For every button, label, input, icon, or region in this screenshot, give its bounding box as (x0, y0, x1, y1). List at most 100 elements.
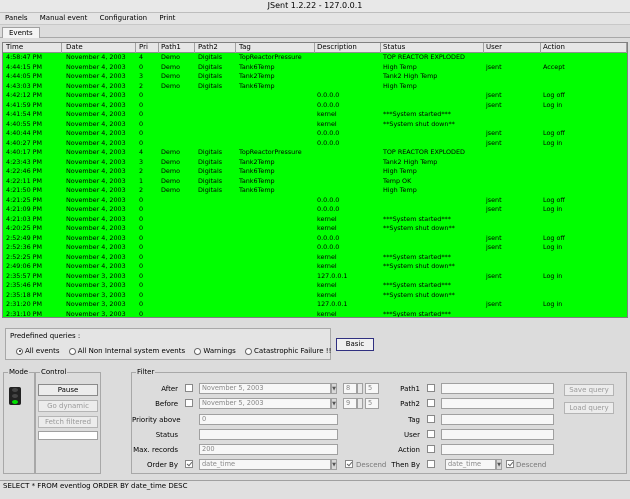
table-cell (541, 281, 627, 291)
table-row[interactable]: 4:40:44 PM November 4, 2003 0 0.0.0.0 jsent L… (3, 129, 627, 139)
before-hour-field[interactable]: 9 (343, 398, 357, 409)
table-cell: **System shut down** (383, 224, 455, 232)
table-row[interactable]: 4:21:03 PM November 4, 2003 0 kernel ***Syst… (3, 215, 627, 225)
user-field[interactable] (441, 429, 554, 440)
col-header-path1[interactable]: Path1 (159, 43, 195, 53)
table-row[interactable]: 4:44:05 PM November 4, 2003 3 Demo Digitals T… (3, 72, 627, 82)
descend2-checkbox[interactable] (506, 460, 514, 468)
events-table[interactable]: Time Date Pri Path1 Path2 Tag Descriptio… (2, 42, 628, 318)
query-warnings[interactable]: Warnings (194, 347, 236, 355)
table-row[interactable]: 4:22:11 PM November 4, 2003 1 Demo Digitals T… (3, 177, 627, 187)
table-cell (484, 148, 541, 158)
table-row[interactable]: 4:44:15 PM November 4, 2003 0 Demo Digitals T… (3, 63, 627, 73)
after-checkbox[interactable] (185, 384, 193, 392)
menu-panels[interactable]: Panels (0, 13, 33, 24)
priority-field[interactable]: 0 (199, 414, 338, 425)
path1-checkbox[interactable] (427, 384, 435, 392)
table-cell: 127.0.0.1 (317, 300, 348, 308)
col-header-date[interactable]: Date (64, 43, 136, 53)
before-date-dropdown[interactable]: ▼ (331, 398, 337, 409)
table-row[interactable]: 2:49:06 PM November 4, 2003 0 kernel **Syste… (3, 262, 627, 272)
table-cell: November 4, 2003 (66, 148, 126, 156)
before-min-field[interactable]: 5 (365, 398, 379, 409)
col-header-path2[interactable]: Path2 (196, 43, 236, 53)
table-cell: Tank6Temp (239, 81, 275, 90)
table-row[interactable]: 4:41:54 PM November 4, 2003 0 kernel ***Syst… (3, 110, 627, 120)
menu-manual-event[interactable]: Manual event (35, 13, 93, 24)
table-row[interactable]: 4:22:46 PM November 4, 2003 2 Demo Digitals T… (3, 167, 627, 177)
col-header-pri[interactable]: Pri (137, 43, 159, 53)
then-by-select[interactable]: date_time (445, 459, 496, 470)
after-hour-spinner[interactable] (357, 383, 363, 394)
pause-button[interactable]: Pause (38, 384, 98, 396)
table-row[interactable]: 4:40:27 PM November 4, 2003 0 0.0.0.0 jsent L… (3, 139, 627, 149)
table-row[interactable]: 4:41:59 PM November 4, 2003 0 0.0.0.0 jsent L… (3, 101, 627, 111)
table-row[interactable]: 2:31:10 PM November 3, 2003 0 kernel ***Syst… (3, 310, 627, 318)
table-row[interactable]: 4:40:55 PM November 4, 2003 0 kernel **Syste… (3, 120, 627, 130)
action-field[interactable] (441, 444, 554, 455)
after-date-field[interactable]: November 5, 2003 (199, 383, 331, 394)
before-date-field[interactable]: November 5, 2003 (199, 398, 331, 409)
basic-button[interactable]: Basic (336, 338, 374, 351)
fetch-filtered-button[interactable]: Fetch filtered (38, 416, 98, 428)
after-hour-field[interactable]: 8 (343, 383, 357, 394)
path2-checkbox[interactable] (427, 399, 435, 407)
before-hour-spinner[interactable] (357, 398, 363, 409)
table-row[interactable]: 4:20:25 PM November 4, 2003 0 kernel **Syste… (3, 224, 627, 234)
table-row[interactable]: 4:21:50 PM November 4, 2003 2 Demo Digitals T… (3, 186, 627, 196)
table-row[interactable]: 4:40:17 PM November 4, 2003 4 Demo Digitals T… (3, 148, 627, 158)
query-non-internal[interactable]: All Non Internal system events (68, 347, 185, 355)
table-row[interactable]: 4:42:12 PM November 4, 2003 0 0.0.0.0 jsent L… (3, 91, 627, 101)
col-header-time[interactable]: Time (4, 43, 62, 53)
col-header-status[interactable]: Status (381, 43, 484, 53)
col-header-tag[interactable]: Tag (237, 43, 315, 53)
query-catastrophic[interactable]: Catastrophic Failure !! (245, 347, 331, 355)
tab-events[interactable]: Events (2, 27, 40, 38)
col-header-action[interactable]: Action (541, 43, 627, 53)
table-cell: 0 (139, 129, 144, 137)
after-date-dropdown[interactable]: ▼ (331, 383, 337, 394)
user-checkbox[interactable] (427, 430, 435, 438)
table-row[interactable]: 4:21:09 PM November 4, 2003 0 0.0.0.0 jsent L… (3, 205, 627, 215)
col-header-description[interactable]: Description (315, 43, 381, 53)
menu-print[interactable]: Print (154, 13, 180, 24)
after-min-field[interactable]: 5 (365, 383, 379, 394)
query-all-events[interactable]: All events (16, 347, 60, 355)
table-cell: jsent (486, 100, 502, 109)
action-checkbox[interactable] (427, 445, 435, 453)
path2-field[interactable] (441, 398, 554, 409)
table-row[interactable]: 2:52:36 PM November 4, 2003 0 0.0.0.0 jsent L… (3, 243, 627, 253)
table-row[interactable]: 2:52:25 PM November 4, 2003 0 kernel ***Syst… (3, 253, 627, 263)
order-by-checkbox[interactable] (185, 460, 193, 468)
table-cell (159, 110, 195, 120)
menu-configuration[interactable]: Configuration (95, 13, 152, 24)
priority-above-label: Priority above (132, 416, 181, 424)
table-cell (159, 129, 195, 139)
table-row[interactable]: 2:35:18 PM November 3, 2003 0 kernel **Syste… (3, 291, 627, 301)
then-by-checkbox[interactable] (427, 460, 435, 468)
table-cell (315, 167, 381, 177)
order-by-select[interactable]: date_time (199, 459, 331, 470)
table-row[interactable]: 2:31:20 PM November 3, 2003 0 127.0.0.1 jsen… (3, 300, 627, 310)
action-label: Action (398, 446, 420, 454)
order-by-dropdown-icon[interactable]: ▼ (331, 459, 337, 470)
col-header-user[interactable]: User (484, 43, 541, 53)
table-row[interactable]: 4:21:25 PM November 4, 2003 0 0.0.0.0 jsent L… (3, 196, 627, 206)
table-row[interactable]: 2:52:49 PM November 4, 2003 0 0.0.0.0 jsent L… (3, 234, 627, 244)
go-dynamic-button[interactable]: Go dynamic (38, 400, 98, 412)
tag-field[interactable] (441, 414, 554, 425)
then-by-dropdown-icon[interactable]: ▼ (496, 459, 502, 470)
table-row[interactable]: 2:35:46 PM November 3, 2003 0 kernel ***Syst… (3, 281, 627, 291)
table-row[interactable]: 4:23:43 PM November 4, 2003 3 Demo Digitals T… (3, 158, 627, 168)
path1-field[interactable] (441, 383, 554, 394)
table-row[interactable]: 4:58:47 PM November 4, 2003 4 Demo Digitals T… (3, 53, 627, 63)
status-field[interactable] (199, 429, 338, 440)
max-records-field[interactable]: 200 (199, 444, 338, 455)
table-row[interactable]: 4:43:03 PM November 4, 2003 2 Demo Digitals T… (3, 82, 627, 92)
save-query-button[interactable]: Save query (564, 384, 614, 396)
table-row[interactable]: 2:35:57 PM November 3, 2003 0 127.0.0.1 jsen… (3, 272, 627, 282)
descend-checkbox[interactable] (345, 460, 353, 468)
before-checkbox[interactable] (185, 399, 193, 407)
tag-checkbox[interactable] (427, 415, 435, 423)
load-query-button[interactable]: Load query (564, 402, 614, 414)
